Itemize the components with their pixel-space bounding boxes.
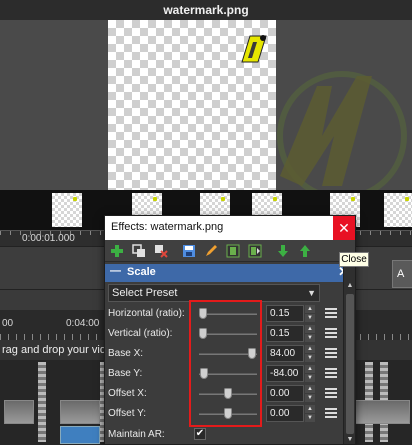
param-label: Vertical (ratio):	[108, 328, 173, 339]
preset-select[interactable]: Select Preset ▼	[108, 284, 320, 302]
spin-down-icon[interactable]: ▼	[305, 374, 315, 382]
ruler-label: 00	[2, 318, 14, 329]
spin-up-icon[interactable]: ▲	[305, 325, 315, 333]
timecode-label: 0:00:01.000	[22, 233, 75, 244]
add-button[interactable]: A	[392, 260, 412, 288]
watermark-logo-small	[241, 35, 267, 63]
scale-effect-header[interactable]: — Scale ✕	[105, 264, 355, 282]
spin-up-icon[interactable]: ▲	[305, 405, 315, 413]
dialog-title: Effects: watermark.png	[111, 221, 224, 233]
scrollbar-thumb[interactable]	[346, 294, 354, 434]
scale-param-row: Horizontal (ratio): 0.15 ▲ ▼	[105, 304, 345, 324]
scale-param-row: Vertical (ratio): 0.15 ▲ ▼	[105, 324, 345, 344]
scale-param-row: Base X: 84.00 ▲ ▼	[105, 344, 345, 364]
param-value-input[interactable]: 0.00	[266, 385, 304, 402]
preview-title: watermark.png	[0, 0, 412, 20]
maintain-ar-checkbox[interactable]: ✔	[194, 428, 206, 440]
slider-thumb[interactable]	[224, 408, 232, 419]
param-label: Horizontal (ratio):	[108, 308, 185, 319]
param-label: Base X:	[108, 348, 144, 359]
param-spinner[interactable]: ▲ ▼	[305, 325, 315, 342]
scale-param-row: Base Y: -84.00 ▲ ▼	[105, 364, 345, 384]
keyframe-menu-icon[interactable]	[325, 348, 337, 359]
spin-up-icon[interactable]: ▲	[305, 365, 315, 373]
scroll-down-icon[interactable]: ▼	[344, 436, 356, 444]
param-label: Offset Y:	[108, 408, 146, 419]
scale-param-row: Offset X: 0.00 ▲ ▼	[105, 384, 345, 404]
remove-effect-icon[interactable]	[153, 243, 169, 259]
track-clip[interactable]	[60, 400, 100, 424]
param-slider[interactable]	[199, 328, 257, 339]
save-preset-icon[interactable]	[181, 243, 197, 259]
spin-down-icon[interactable]: ▼	[305, 334, 315, 342]
spin-down-icon[interactable]: ▼	[305, 414, 315, 422]
spin-up-icon[interactable]: ▲	[305, 345, 315, 353]
ruler-label: 0:04:00	[66, 318, 100, 329]
add-effect-icon[interactable]	[109, 243, 125, 259]
edit-icon[interactable]	[203, 243, 219, 259]
dialog-scrollbar[interactable]: ▲ ▼	[343, 264, 355, 444]
effects-toolbar	[105, 240, 355, 262]
spin-up-icon[interactable]: ▲	[305, 305, 315, 313]
film-icon[interactable]	[225, 243, 241, 259]
param-spinner[interactable]: ▲ ▼	[305, 405, 315, 422]
keyframe-menu-icon[interactable]	[325, 408, 337, 419]
slider-thumb[interactable]	[200, 368, 208, 379]
param-slider[interactable]	[199, 388, 257, 399]
param-slider[interactable]	[199, 348, 257, 359]
thumbnail-frame	[52, 193, 82, 227]
slider-thumb[interactable]	[224, 388, 232, 399]
param-slider[interactable]	[199, 308, 257, 319]
scale-param-row: Offset Y: 0.00 ▲ ▼	[105, 404, 345, 424]
param-value-input[interactable]: 0.15	[266, 325, 304, 342]
keyframe-menu-icon[interactable]	[325, 368, 337, 379]
maintain-ar-row: Maintain AR: ✔	[105, 426, 345, 444]
param-slider[interactable]	[199, 408, 257, 419]
move-down-icon[interactable]	[275, 243, 291, 259]
move-up-icon[interactable]	[297, 243, 313, 259]
dialog-close-button[interactable]: ✕	[333, 216, 355, 240]
watermark-logo-large	[277, 71, 407, 190]
slider-thumb[interactable]	[248, 348, 256, 359]
param-spinner[interactable]: ▲ ▼	[305, 345, 315, 362]
param-spinner[interactable]: ▲ ▼	[305, 305, 315, 322]
slider-thumb[interactable]	[199, 328, 207, 339]
chevron-down-icon: ▼	[307, 288, 316, 298]
param-spinner[interactable]: ▲ ▼	[305, 385, 315, 402]
close-tooltip: Close	[339, 252, 369, 267]
track-clip[interactable]	[60, 426, 100, 444]
spin-down-icon[interactable]: ▼	[305, 394, 315, 402]
param-value-input[interactable]: 84.00	[266, 345, 304, 362]
spin-down-icon[interactable]: ▼	[305, 354, 315, 362]
scroll-up-icon[interactable]: ▲	[344, 282, 356, 292]
collapse-icon[interactable]: —	[110, 265, 121, 277]
keyframe-menu-icon[interactable]	[325, 388, 337, 399]
preview-canvas	[0, 20, 412, 190]
slider-thumb[interactable]	[199, 308, 207, 319]
preset-select-value: Select Preset	[112, 287, 178, 299]
scale-effect-title: Scale	[127, 266, 156, 278]
track-clip[interactable]	[350, 400, 410, 424]
clip-handle[interactable]	[38, 362, 46, 442]
spin-down-icon[interactable]: ▼	[305, 314, 315, 322]
effects-dialog: Effects: watermark.png ✕ — Scale Select …	[104, 215, 356, 445]
param-value-input[interactable]: 0.15	[266, 305, 304, 322]
param-value-input[interactable]: -84.00	[266, 365, 304, 382]
param-spinner[interactable]: ▲ ▼	[305, 365, 315, 382]
param-label: Base Y:	[108, 368, 143, 379]
param-label: Offset X:	[108, 388, 147, 399]
keyframe-menu-icon[interactable]	[325, 308, 337, 319]
param-slider[interactable]	[199, 368, 257, 379]
track-clip[interactable]	[4, 400, 34, 424]
thumbnail-frame	[384, 193, 412, 227]
keyframe-menu-icon[interactable]	[325, 328, 337, 339]
maintain-ar-label: Maintain AR:	[108, 429, 165, 440]
param-value-input[interactable]: 0.00	[266, 405, 304, 422]
film-export-icon[interactable]	[247, 243, 263, 259]
dialog-titlebar[interactable]: Effects: watermark.png ✕	[105, 216, 355, 240]
spin-up-icon[interactable]: ▲	[305, 385, 315, 393]
duplicate-effect-icon[interactable]	[131, 243, 147, 259]
